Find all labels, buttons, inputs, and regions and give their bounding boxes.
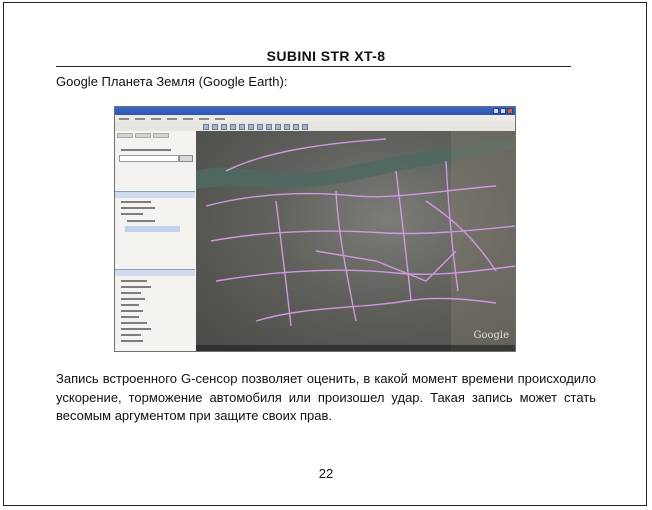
- document-header-title: SUBINI STR XT-8: [266, 48, 386, 64]
- page-number: 22: [318, 466, 334, 481]
- google-earth-screenshot: Google: [114, 106, 516, 352]
- layers-item: [121, 340, 143, 342]
- satellite-map: Google: [196, 131, 515, 351]
- search-caption: [121, 149, 171, 151]
- toolbar-icon: [284, 123, 290, 130]
- toolbar-icon: [302, 123, 308, 130]
- map-tile-edge: [451, 131, 515, 351]
- layers-panel-header: [115, 269, 195, 276]
- menu-item: [199, 117, 209, 120]
- side-panel: [115, 131, 197, 351]
- layers-item: [121, 328, 151, 330]
- places-panel-header: [115, 191, 195, 198]
- menu-item: [183, 117, 193, 120]
- toolbar-icon: [203, 123, 209, 130]
- search-button: [179, 155, 193, 162]
- menu-item: [151, 117, 161, 120]
- app-menubar: [115, 115, 515, 122]
- toolbar-icon: [248, 123, 254, 130]
- layers-item: [121, 310, 143, 312]
- places-item: [121, 207, 155, 209]
- layers-item: [121, 280, 147, 282]
- toolbar-icon: [266, 123, 272, 130]
- search-tabs: [117, 133, 169, 138]
- section-heading: Google Планета Земля (Google Earth):: [56, 74, 288, 89]
- body-paragraph: Запись встроенного G-сенсор позволяет оц…: [56, 371, 596, 423]
- layers-item: [121, 286, 151, 288]
- search-tab: [153, 133, 169, 138]
- menu-item: [215, 117, 225, 120]
- minimize-icon: [493, 108, 499, 114]
- toolbar-icon: [275, 123, 281, 130]
- toolbar-icon: [257, 123, 263, 130]
- map-statusbar: [196, 345, 515, 351]
- search-tab: [117, 133, 133, 138]
- search-input: [119, 155, 179, 162]
- menu-item: [167, 117, 177, 120]
- layers-item: [121, 334, 141, 336]
- close-icon: [507, 108, 513, 114]
- layers-item: [121, 304, 139, 306]
- search-tab: [135, 133, 151, 138]
- toolbar-icon: [212, 123, 218, 130]
- places-item: [127, 220, 155, 222]
- layers-item: [121, 316, 139, 318]
- menu-item: [119, 117, 129, 120]
- menu-item: [135, 117, 145, 120]
- toolbar-icon: [293, 123, 299, 130]
- window-controls: [493, 108, 513, 114]
- places-item: [121, 213, 143, 215]
- places-selected-item: [125, 226, 180, 232]
- toolbar-icon: [221, 123, 227, 130]
- map-overlay: [196, 131, 515, 351]
- maximize-icon: [500, 108, 506, 114]
- layers-item: [121, 298, 145, 300]
- layers-item: [121, 322, 147, 324]
- toolbar-icon: [239, 123, 245, 130]
- layers-item: [121, 292, 141, 294]
- places-item: [121, 201, 151, 203]
- header-divider: [56, 66, 571, 67]
- app-titlebar: [115, 107, 515, 115]
- google-logo: Google: [473, 330, 509, 341]
- toolbar-icon: [230, 123, 236, 130]
